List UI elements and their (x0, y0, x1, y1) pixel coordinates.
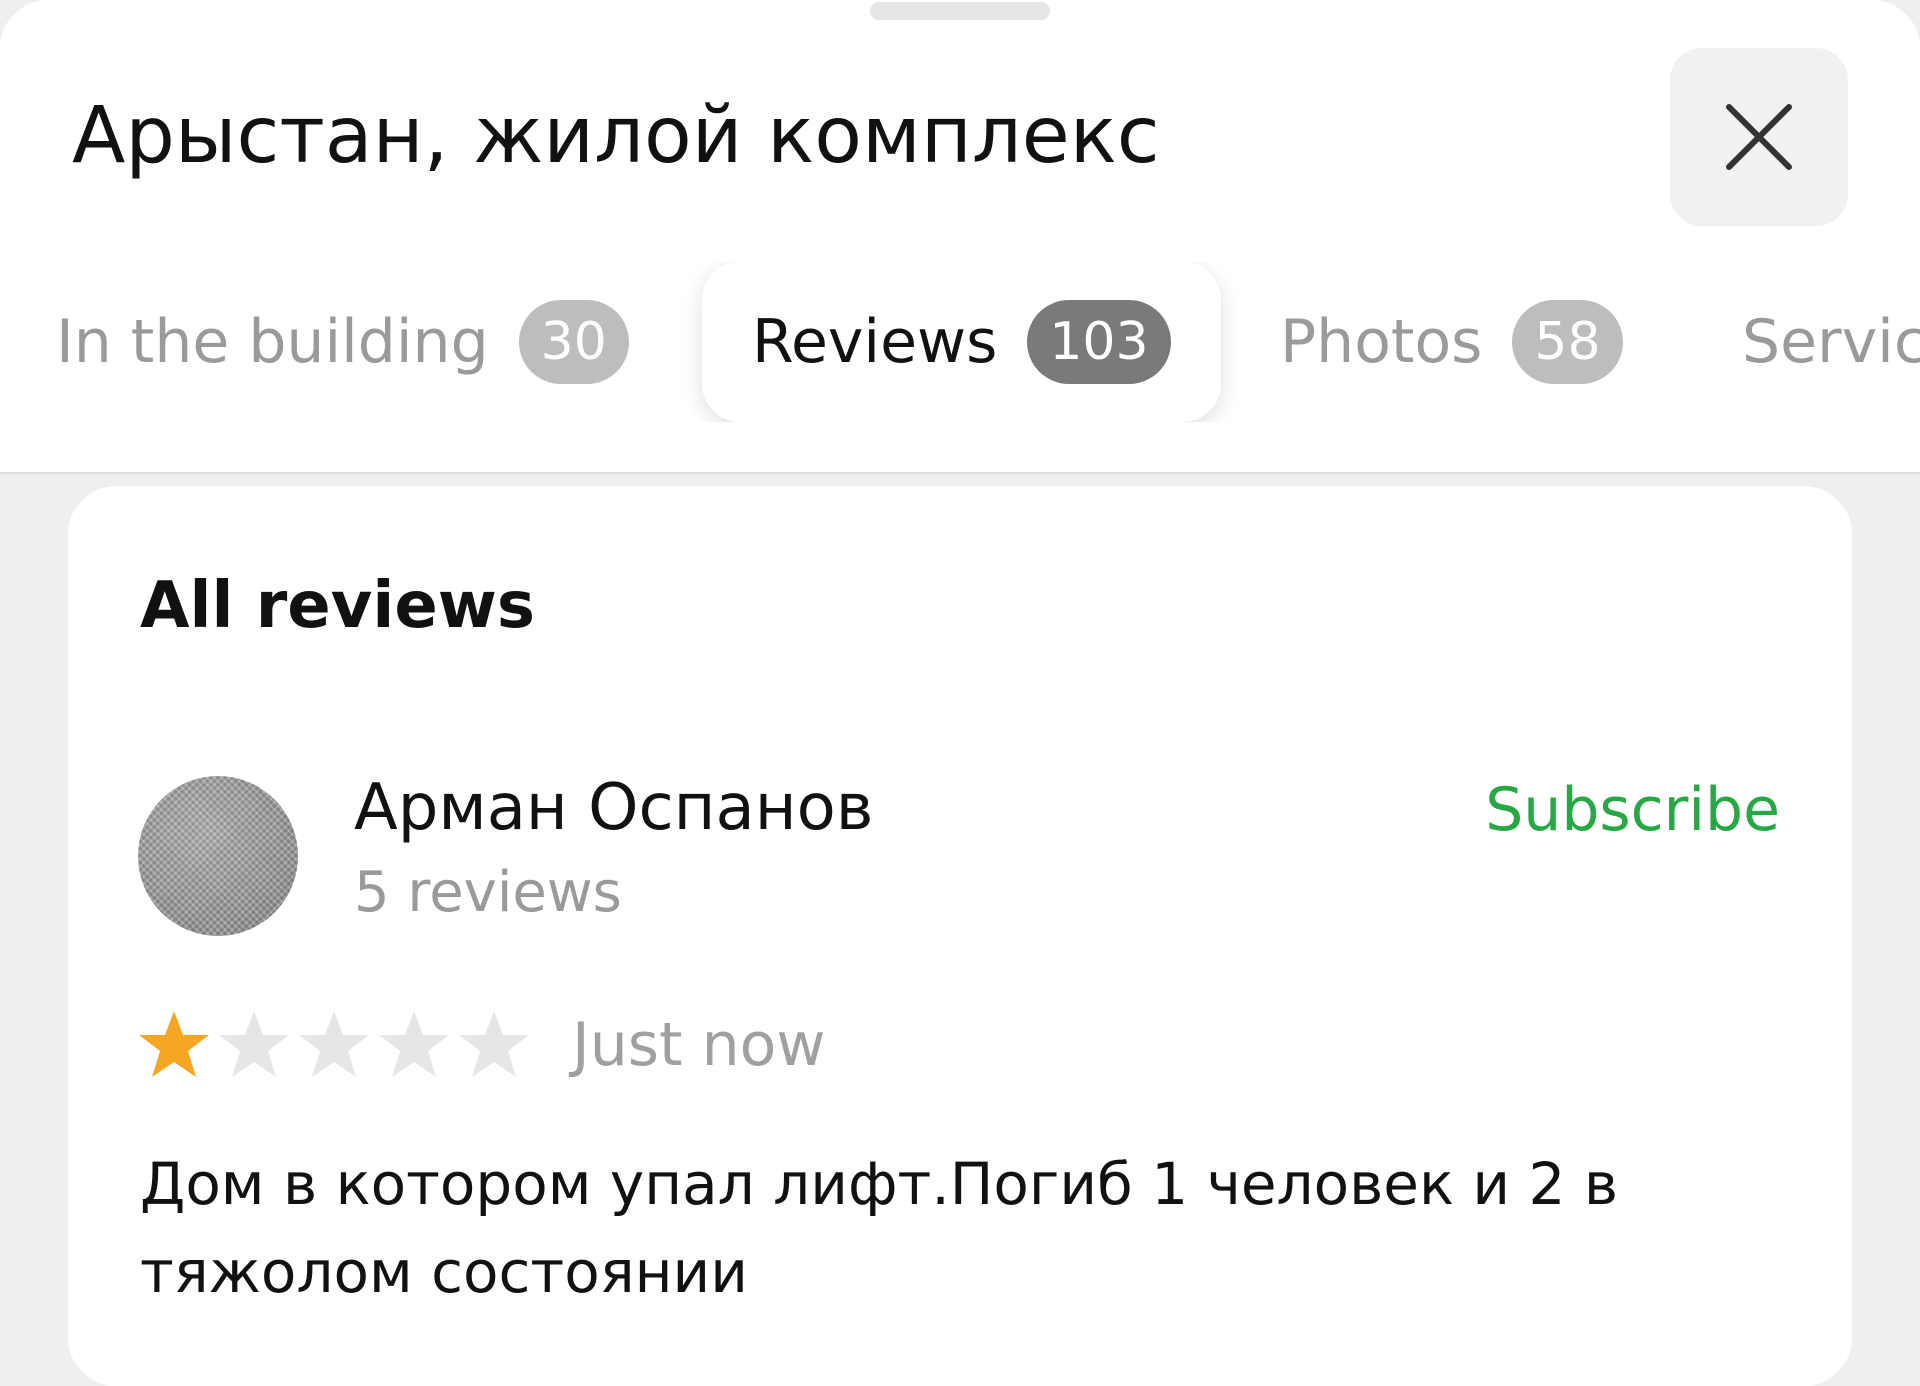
tab-label: Servic (1742, 307, 1920, 377)
place-sheet-header: Арыстан, жилой комплекс In the building … (0, 0, 1920, 474)
rating-row: Just now (136, 1000, 825, 1090)
tab-label: Photos (1280, 307, 1483, 377)
tab-services[interactable]: Servic (1742, 262, 1920, 422)
tab-label: In the building (56, 307, 489, 377)
author-name[interactable]: Арман Оспанов (354, 768, 873, 848)
tab-label: Reviews (752, 307, 998, 377)
subscribe-button[interactable]: Subscribe (1485, 772, 1780, 848)
author-review-count: 5 reviews (354, 860, 622, 925)
count-badge: 30 (518, 300, 629, 384)
star-empty-icon (459, 1011, 529, 1077)
star-filled-icon (139, 1011, 209, 1077)
star-empty-icon (379, 1011, 449, 1077)
review-time: Just now (572, 1010, 826, 1080)
tab-bar: In the building 30 Reviews 103 Photos 58… (0, 262, 1920, 422)
close-button[interactable] (1670, 48, 1848, 226)
reviews-card: All reviews Арман Оспанов 5 reviews Subs… (68, 486, 1852, 1386)
star-rating (136, 1007, 536, 1083)
tab-reviews[interactable]: Reviews 103 (702, 262, 1221, 422)
count-badge: 103 (1027, 300, 1171, 384)
star-empty-icon (299, 1011, 369, 1077)
drag-handle[interactable] (870, 2, 1050, 20)
close-icon (1726, 104, 1792, 170)
count-badge: 58 (1512, 300, 1623, 384)
tab-in-the-building[interactable]: In the building 30 (56, 262, 629, 422)
avatar[interactable] (138, 776, 298, 936)
review-text: Дом в котором упал лифт.Погиб 1 человек … (140, 1150, 1619, 1306)
section-title: All reviews (140, 569, 535, 643)
page-title: Арыстан, жилой комплекс (72, 91, 1160, 181)
star-empty-icon (219, 1011, 289, 1077)
tab-photos[interactable]: Photos 58 (1280, 262, 1623, 422)
